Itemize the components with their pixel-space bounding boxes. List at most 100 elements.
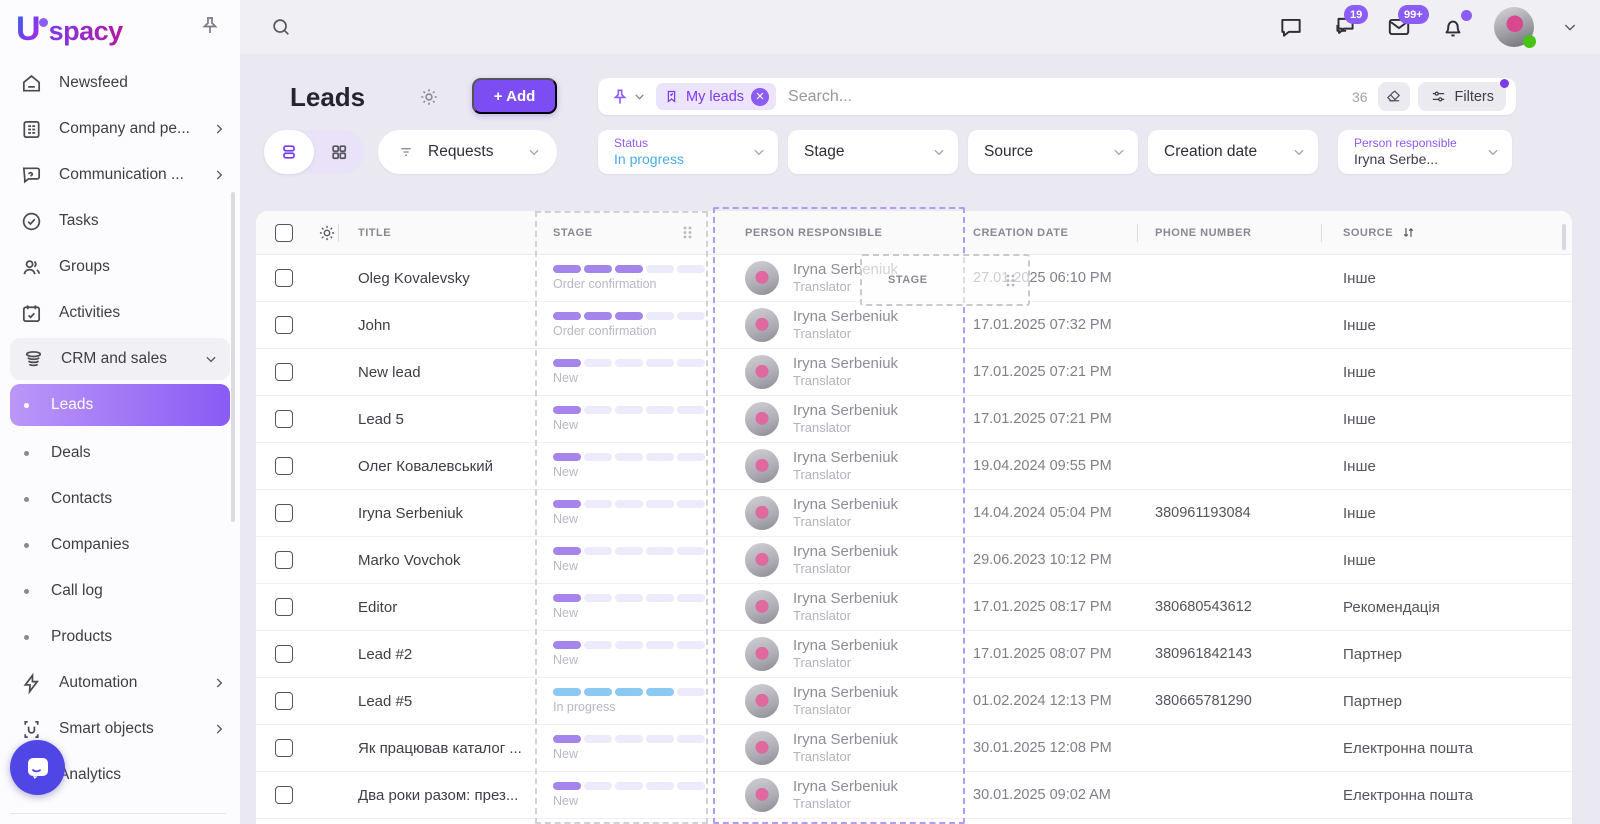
sidebar-item-company[interactable]: Company and pe... [0,106,240,152]
filter-label: Creation date [1164,143,1257,160]
search-bar[interactable]: My leads ✕ Search... 36 Filters [598,78,1516,115]
notifications-bell-icon[interactable] [1440,14,1466,40]
row-checkbox[interactable] [275,316,293,334]
global-search-icon[interactable] [270,16,292,38]
sidebar-item-call-log[interactable]: Call log [0,568,240,614]
sidebar-pin-icon[interactable] [198,14,222,38]
sidebar-item-groups[interactable]: Groups [0,244,240,290]
list-view-button[interactable] [264,130,314,174]
column-header-phone-number[interactable]: PHONE NUMBER [1137,211,1321,254]
uspacy-logo[interactable]: U spacy [16,12,123,47]
row-checkbox[interactable] [275,504,293,522]
communication-icon [20,164,43,187]
filter-stage[interactable]: Stage [788,130,958,174]
table-row[interactable]: Два роки разом: през... New Iryna Serben… [256,772,1572,819]
table-row[interactable]: Lead 5 New Iryna Serbeniuk Translator 17… [256,396,1572,443]
sidebar-item-communication[interactable]: Communication ... [0,152,240,198]
lead-title[interactable]: Iryna Serbeniuk [338,490,532,536]
sidebar-item-label: Tasks [59,212,226,230]
row-checkbox[interactable] [275,457,293,475]
row-checkbox[interactable] [275,410,293,428]
pin-chevron-down-icon[interactable] [633,90,646,103]
sidebar-item-products[interactable]: Products [0,614,240,660]
sidebar-item-crm[interactable]: CRM and sales [10,338,230,380]
sidebar-item-newsfeed[interactable]: Newsfeed [0,60,240,106]
lead-title[interactable]: Lead 5 [338,396,532,442]
profile-chevron-down-icon[interactable] [1562,19,1578,35]
person-role: Translator [793,420,898,437]
creation-date: 14.04.2024 05:04 PM [963,490,1137,536]
online-status-dot [1523,35,1536,48]
messenger-icon[interactable]: 19 [1332,14,1358,40]
filters-button[interactable]: Filters [1418,82,1506,111]
select-all-checkbox[interactable] [275,224,293,242]
column-header-title[interactable]: TITLE [338,211,532,254]
filter-status[interactable]: Status In progress [598,130,778,174]
chevron-right-icon [212,168,226,182]
lead-title[interactable]: Як працював каталог ... [338,725,532,771]
table-row[interactable]: Marko Vovchok New Iryna Serbeniuk Transl… [256,537,1572,584]
lead-title[interactable]: Lead #5 [338,678,532,724]
table-row[interactable]: John Order confirmation Iryna Serbeniuk … [256,302,1572,349]
funnel-select[interactable]: Requests [378,130,557,174]
chip-close-icon[interactable]: ✕ [751,88,769,106]
sort-icon[interactable] [1401,225,1416,240]
add-lead-button[interactable]: + Add [472,78,557,114]
sidebar-item-tasks[interactable]: Tasks [0,198,240,244]
column-header-creation-date[interactable]: CREATION DATE [963,211,1137,254]
row-checkbox[interactable] [275,363,293,381]
mail-icon[interactable]: 99+ [1386,14,1412,40]
sidebar-item-deals[interactable]: Deals [0,430,240,476]
table-row[interactable]: Lead #5 In progress Iryna Serbeniuk Tran… [256,678,1572,725]
sidebar-item-contacts[interactable]: Contacts [0,476,240,522]
sidebar-item-companies[interactable]: Companies [0,522,240,568]
avatar [745,355,779,389]
table-row[interactable]: Editor New Iryna Serbeniuk Translator 17… [256,584,1572,631]
lead-title[interactable]: Marko Vovchok [338,537,532,583]
table-row[interactable]: New lead New Iryna Serbeniuk Translator … [256,349,1572,396]
table-row[interactable]: Олег Ковалевський New Iryna Serbeniuk Tr… [256,443,1572,490]
sidebar-item-leads[interactable]: Leads [10,384,230,426]
row-checkbox[interactable] [275,692,293,710]
search-input[interactable]: Search... [788,88,1352,106]
kanban-view-button[interactable] [314,130,364,174]
row-checkbox[interactable] [275,598,293,616]
table-row[interactable]: Як працював каталог ... New Iryna Serben… [256,725,1572,772]
table-row[interactable]: Iryna Serbeniuk New Iryna Serbeniuk Tran… [256,490,1572,537]
filter-creation-date[interactable]: Creation date [1148,130,1318,174]
sidebar-item-activities[interactable]: Activities [0,290,240,336]
comments-icon[interactable] [1278,14,1304,40]
row-checkbox[interactable] [275,269,293,287]
sidebar-item-automation[interactable]: Automation [0,660,240,706]
clear-search-eraser-icon[interactable] [1378,82,1410,111]
avatar [745,449,779,483]
people-icon [20,256,43,279]
my-leads-filter-chip[interactable]: My leads ✕ [656,83,776,110]
stage-column-drag-ghost[interactable]: STAGE [860,254,1030,306]
table-row[interactable]: Lead #2 New Iryna Serbeniuk Translator 1… [256,631,1572,678]
pin-icon[interactable] [610,87,630,107]
row-checkbox[interactable] [275,645,293,663]
lead-title[interactable]: New lead [338,349,532,395]
column-drag-handle-icon[interactable] [682,225,693,240]
filter-person-responsible[interactable]: Person responsible Iryna Serbe... [1338,130,1512,174]
lead-title[interactable]: Editor [338,584,532,630]
building-icon [20,118,43,141]
support-chat-launcher[interactable] [10,740,65,795]
lead-title[interactable]: Oleg Kovalevsky [338,255,532,301]
lead-title[interactable]: Олег Ковалевський [338,443,532,489]
user-avatar[interactable] [1494,7,1534,47]
column-header-person-responsible[interactable]: PERSON RESPONSIBLE [711,211,963,254]
lead-title[interactable]: Два роки разом: през... [338,772,532,818]
filter-source[interactable]: Source [968,130,1138,174]
row-checkbox[interactable] [275,551,293,569]
column-header-stage[interactable]: STAGE [532,211,711,254]
row-checkbox[interactable] [275,739,293,757]
row-checkbox[interactable] [275,786,293,804]
lead-title[interactable]: John [338,302,532,348]
page-settings-gear-icon[interactable] [418,86,440,108]
column-header-source[interactable]: SOURCE [1321,211,1572,254]
table-scrollbar[interactable] [1562,224,1566,250]
table-settings-gear-icon[interactable] [317,223,337,243]
lead-title[interactable]: Lead #2 [338,631,532,677]
